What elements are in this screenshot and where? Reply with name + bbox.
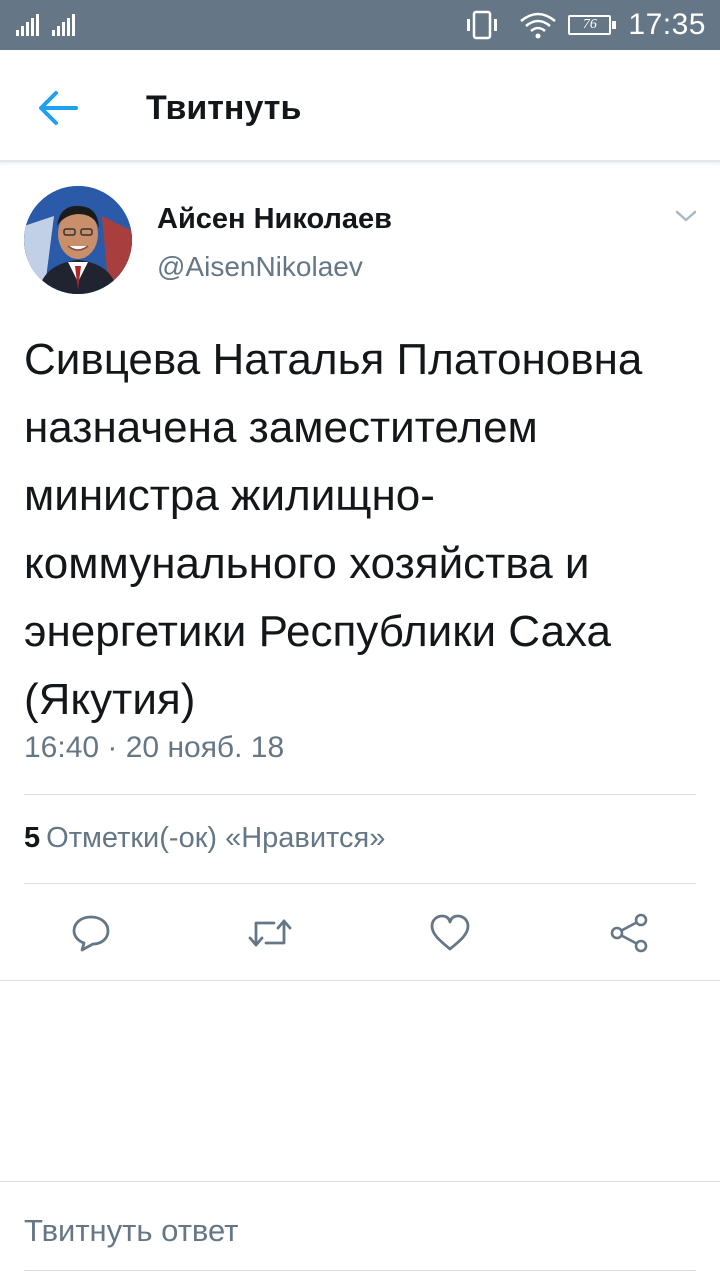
- reply-input[interactable]: [24, 1196, 696, 1266]
- likes-summary[interactable]: 5 Отметки(-ок) «Нравится»: [24, 816, 385, 860]
- share-button[interactable]: [604, 908, 654, 958]
- tweet-menu-button[interactable]: [668, 200, 704, 232]
- reply-button[interactable]: [66, 908, 116, 958]
- status-bar: 76 17:35: [0, 0, 720, 50]
- signal-icon: [16, 14, 75, 36]
- like-button[interactable]: [425, 908, 475, 958]
- chevron-down-icon: [675, 210, 697, 222]
- arrow-left-icon: [39, 91, 78, 125]
- retweet-icon: [248, 919, 292, 947]
- battery-level: 76: [582, 17, 597, 32]
- battery-icon: 76: [568, 13, 617, 37]
- divider: [24, 794, 696, 795]
- avatar-image: [24, 186, 132, 294]
- share-icon: [610, 913, 648, 953]
- wifi-icon: [520, 12, 557, 39]
- divider: [0, 1181, 720, 1182]
- back-button[interactable]: [30, 80, 86, 136]
- page-title: Твитнуть: [146, 89, 302, 127]
- retweet-button[interactable]: [245, 908, 295, 958]
- reply-icon: [72, 915, 110, 952]
- author-name[interactable]: Айсен Николаев: [157, 200, 392, 238]
- tweet-timestamp: 16:40 · 20 нояб. 18: [24, 731, 285, 764]
- divider: [24, 883, 696, 884]
- divider: [0, 980, 720, 981]
- likes-count: 5: [24, 822, 41, 854]
- author-handle[interactable]: @AisenNikolaev: [157, 248, 363, 286]
- vibrate-icon: [467, 10, 498, 40]
- app-bar: Твитнуть: [0, 50, 720, 162]
- reply-input-underline: [24, 1270, 696, 1271]
- status-time: 17:35: [628, 8, 706, 41]
- avatar[interactable]: [24, 186, 132, 294]
- likes-label: Отметки(-ок) «Нравится»: [46, 822, 386, 854]
- like-icon: [430, 914, 470, 951]
- tweet-text: Сивцева Наталья Платоновна назначена зам…: [24, 335, 643, 724]
